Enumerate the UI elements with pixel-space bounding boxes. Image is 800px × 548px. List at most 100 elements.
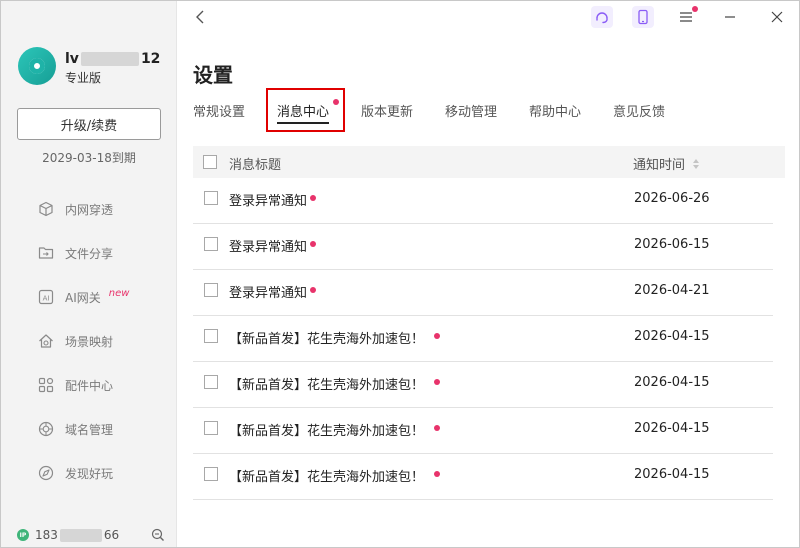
svg-text:AI: AI — [43, 295, 50, 303]
plan-label: 专业版 — [65, 71, 102, 85]
message-title-text: 【新品首发】花生壳海外加速包！ — [229, 332, 425, 347]
message-date: 2026-04-15 — [634, 467, 710, 482]
select-all-checkbox[interactable] — [203, 155, 217, 169]
tab-mobile[interactable]: 移动管理 — [445, 101, 497, 120]
sidebar-item-label: 域名管理 — [65, 422, 114, 437]
phone-prefix: 183 — [35, 528, 58, 542]
row-checkbox[interactable] — [204, 421, 218, 435]
row-checkbox[interactable] — [204, 329, 218, 343]
row-checkbox[interactable] — [204, 467, 218, 481]
table-row[interactable]: 【新品首发】花生壳海外加速包！ 2026-04-15 — [193, 454, 773, 500]
sidebar-item-accessories[interactable]: 配件中心 — [37, 363, 129, 407]
message-title[interactable]: 【新品首发】花生壳海外加速包！ — [229, 328, 441, 347]
message-title[interactable]: 【新品首发】花生壳海外加速包！ — [229, 466, 441, 485]
message-title[interactable]: 【新品首发】花生壳海外加速包！ — [229, 420, 441, 439]
username-suffix: 12 — [140, 51, 161, 67]
minimize-button[interactable] — [719, 6, 741, 28]
upgrade-button[interactable]: 升级/续费 — [17, 108, 161, 140]
message-date: 2026-04-21 — [634, 283, 710, 298]
username-prefix: lv — [65, 51, 79, 67]
sidebar-item-ai-gateway[interactable]: AI AI网关 new — [37, 275, 129, 319]
message-table: 消息标题 通知时间 登录异常通知 2026-06-26 登录异常通知 2026-06-… — [193, 146, 785, 500]
menu-button[interactable] — [675, 6, 698, 28]
table-row[interactable]: 【新品首发】花生壳海外加速包！ 2026-04-15 — [193, 362, 773, 408]
unread-dot — [434, 332, 441, 339]
ai-icon: AI — [37, 288, 55, 306]
app-window: lv 12 专业版 升级/续费 2029-03-18到期 内网穿透 文件分享 A… — [0, 0, 800, 548]
table-body: 登录异常通知 2026-06-26 登录异常通知 2026-06-15 登录异常通知 20… — [193, 178, 785, 500]
compass-icon — [37, 464, 55, 482]
close-button[interactable] — [766, 6, 788, 28]
ip-icon: IP — [17, 529, 29, 541]
cube-icon — [37, 200, 55, 218]
account-footer: IP 183 66 — [17, 525, 165, 545]
sidebar-item-discover[interactable]: 发现好玩 — [37, 451, 129, 495]
column-header-title: 消息标题 — [229, 158, 282, 173]
message-date: 2026-06-26 — [634, 191, 710, 206]
sidebar-item-label: AI网关 — [65, 290, 101, 305]
table-row[interactable]: 登录异常通知 2026-04-21 — [193, 270, 773, 316]
mobile-icon — [638, 9, 648, 25]
notification-dot — [692, 6, 698, 12]
username-redaction — [80, 52, 139, 66]
new-badge: new — [108, 287, 130, 299]
tab-updates[interactable]: 版本更新 — [361, 101, 413, 120]
tab-help[interactable]: 帮助中心 — [529, 101, 581, 120]
menu-icon — [680, 12, 692, 22]
row-checkbox[interactable] — [204, 283, 218, 297]
table-row[interactable]: 【新品首发】花生壳海外加速包！ 2026-04-15 — [193, 408, 773, 454]
message-date: 2026-04-15 — [634, 329, 710, 344]
zoom-icon[interactable] — [151, 527, 165, 546]
unread-dot — [434, 470, 441, 477]
unread-dot — [310, 240, 317, 247]
close-icon — [771, 11, 783, 23]
globe-icon — [37, 420, 55, 438]
phone-redaction — [59, 528, 102, 542]
sidebar-item-label: 配件中心 — [65, 378, 114, 393]
message-title-text: 【新品首发】花生壳海外加速包！ — [229, 424, 425, 439]
column-header-time[interactable]: 通知时间 — [633, 154, 700, 173]
sidebar-item-intranet[interactable]: 内网穿透 — [37, 187, 129, 231]
phone-suffix: 66 — [103, 528, 120, 542]
headset-icon — [596, 12, 608, 24]
sidebar-item-label: 发现好玩 — [65, 466, 114, 481]
mobile-button[interactable] — [632, 6, 654, 28]
message-title-text: 登录异常通知 — [229, 194, 308, 209]
table-row[interactable]: 【新品首发】花生壳海外加速包！ 2026-04-15 — [193, 316, 773, 362]
message-date: 2026-04-15 — [634, 421, 710, 436]
message-title-text: 【新品首发】花生壳海外加速包！ — [229, 470, 425, 485]
sidebar-item-label: 场景映射 — [65, 334, 114, 349]
table-row[interactable]: 登录异常通知 2026-06-15 — [193, 224, 773, 270]
table-row[interactable]: 登录异常通知 2026-06-26 — [193, 178, 773, 224]
message-title-text: 登录异常通知 — [229, 240, 308, 255]
message-title[interactable]: 【新品首发】花生壳海外加速包！ — [229, 374, 441, 393]
table-header: 消息标题 通知时间 — [193, 146, 785, 178]
sidebar-item-domains[interactable]: 域名管理 — [37, 407, 129, 451]
column-header-time-label: 通知时间 — [633, 158, 686, 173]
sidebar-item-label: 内网穿透 — [65, 202, 114, 217]
sidebar-item-label: 文件分享 — [65, 246, 114, 261]
message-title[interactable]: 登录异常通知 — [229, 236, 317, 255]
message-title[interactable]: 登录异常通知 — [229, 282, 317, 301]
avatar[interactable] — [18, 47, 56, 85]
row-checkbox[interactable] — [204, 191, 218, 205]
tab-feedback[interactable]: 意见反馈 — [613, 101, 665, 120]
unread-dot — [310, 286, 317, 293]
back-button[interactable] — [191, 7, 211, 27]
folder-share-icon — [37, 244, 55, 262]
sidebar-nav: 内网穿透 文件分享 AI AI网关 new 场景映射 配件中心 域名管理 发现好… — [37, 187, 129, 495]
sort-icon[interactable] — [693, 158, 700, 169]
row-checkbox[interactable] — [204, 375, 218, 389]
sidebar-item-file-share[interactable]: 文件分享 — [37, 231, 129, 275]
tab-highlight-box — [266, 88, 345, 132]
chevron-left-icon — [196, 10, 204, 24]
row-checkbox[interactable] — [204, 237, 218, 251]
support-button[interactable] — [591, 6, 613, 28]
expiry-date: 2029-03-18到期 — [42, 151, 136, 165]
tab-general[interactable]: 常规设置 — [193, 101, 245, 120]
message-title[interactable]: 登录异常通知 — [229, 190, 317, 209]
home-icon — [37, 332, 55, 350]
message-date: 2026-06-15 — [634, 237, 710, 252]
sidebar: lv 12 专业版 升级/续费 2029-03-18到期 内网穿透 文件分享 A… — [1, 1, 177, 547]
sidebar-item-scene-mapping[interactable]: 场景映射 — [37, 319, 129, 363]
